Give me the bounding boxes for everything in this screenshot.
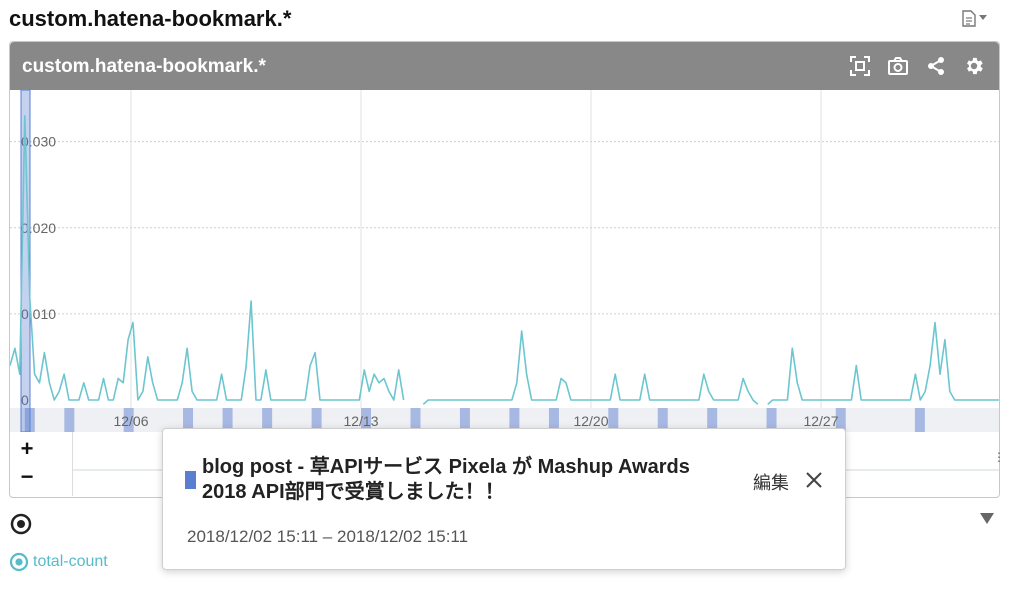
series-line-total-count[interactable]: [10, 115, 999, 405]
graph-menu-button[interactable]: [962, 8, 996, 28]
camera-icon[interactable]: [886, 54, 910, 78]
chevron-down-icon: [979, 15, 987, 20]
document-icon: [962, 9, 976, 27]
close-icon[interactable]: [803, 469, 825, 491]
legend-label: total-count: [33, 553, 108, 570]
x-tick-label: 12/13: [343, 413, 378, 429]
chevron-down-icon[interactable]: [980, 513, 994, 525]
zoom-in-button[interactable]: +: [16, 438, 38, 460]
navigator-handle-icon[interactable]: ⋮: [993, 450, 1005, 464]
x-tick-label: 12/06: [113, 413, 148, 429]
line-chart[interactable]: 00.0100.0200.03012/0612/1312/2012/27: [10, 90, 999, 432]
annotation-color-swatch: [185, 471, 196, 489]
page-title: custom.hatena-bookmark.*: [9, 6, 292, 31]
x-tick-label: 12/20: [573, 413, 608, 429]
gear-icon[interactable]: [962, 54, 986, 78]
annotation-popover: blog post - 草APIサービス Pixela が Mashup Awa…: [162, 428, 846, 570]
panel-title: custom.hatena-bookmark.*: [22, 56, 266, 77]
edit-annotation-button[interactable]: 編集: [753, 469, 789, 495]
annotation-title: blog post - 草APIサービス Pixela が Mashup Awa…: [202, 456, 690, 503]
annotation-band[interactable]: [64, 408, 75, 432]
annotation-time-range: 2018/12/02 15:11 – 2018/12/02 15:11: [187, 527, 469, 546]
zoom-out-button[interactable]: −: [16, 466, 38, 488]
target-icon: [9, 552, 29, 572]
legend-item-total-count[interactable]: total-count: [9, 552, 108, 572]
focus-frame-icon[interactable]: [848, 54, 872, 78]
x-tick-label: 12/27: [803, 413, 838, 429]
annotation-band[interactable]: [914, 408, 925, 432]
panel-header: custom.hatena-bookmark.*: [10, 42, 999, 90]
target-icon[interactable]: [10, 513, 32, 535]
share-icon[interactable]: [924, 54, 948, 78]
